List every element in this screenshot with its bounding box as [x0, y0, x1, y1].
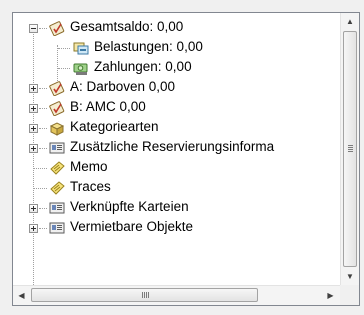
tree-item-label: Gesamtsaldo: 0,00: [70, 19, 184, 34]
tree-item-gesamtsaldo[interactable]: Gesamtsaldo: 0,00: [13, 18, 340, 38]
tree-item-belastungen[interactable]: Belastungen: 0,00: [13, 38, 340, 58]
tree-item-label: Verknüpfte Karteien: [70, 199, 189, 214]
horizontal-scrollbar[interactable]: ◀ ▶: [13, 285, 340, 305]
tree-view-panel: Gesamtsaldo: 0,00 Belastungen: 0,00 Zahl…: [12, 12, 360, 306]
arrow-left-icon: ◀: [18, 291, 25, 300]
memo-note-icon: [50, 161, 65, 175]
expand-toggle-icon[interactable]: [29, 84, 38, 93]
tree-item-kategoriearten[interactable]: Kategoriearten: [13, 118, 340, 138]
tree-item-label: B: AMC 0,00: [70, 99, 146, 114]
ledger-check-icon: [49, 81, 65, 96]
tree-item-traces[interactable]: Traces: [13, 178, 340, 198]
scroll-left-button[interactable]: ◀: [13, 286, 30, 305]
vertical-scrollbar[interactable]: ▲ ▼: [340, 13, 359, 285]
tree-connector-h: [39, 108, 47, 109]
expand-toggle-icon[interactable]: [29, 224, 38, 233]
tree-item-label: Traces: [70, 179, 111, 194]
expand-toggle-icon[interactable]: [29, 144, 38, 153]
tree-item-label: Vermietbare Objekte: [70, 219, 194, 234]
tree-item-amc[interactable]: B: AMC 0,00: [13, 98, 340, 118]
tree-connector-h: [39, 88, 47, 89]
tree-item-darboven[interactable]: A: Darboven 0,00: [13, 78, 340, 98]
tree-connector-h: [39, 208, 47, 209]
tree-connector-h: [39, 148, 47, 149]
tree-item-zahlungen[interactable]: Zahlungen: 0,00: [13, 58, 340, 78]
expand-toggle-icon[interactable]: [29, 104, 38, 113]
collapse-toggle-icon[interactable]: [29, 24, 38, 33]
tree-connector-h: [34, 188, 47, 189]
expand-toggle-icon[interactable]: [29, 204, 38, 213]
ledger-check-icon: [49, 101, 65, 116]
memo-note-icon: [50, 181, 65, 195]
tree-connector-h: [39, 28, 47, 29]
arrow-down-icon: ▼: [346, 272, 354, 281]
tree-connector-h: [58, 48, 70, 49]
tree-view[interactable]: Gesamtsaldo: 0,00 Belastungen: 0,00 Zahl…: [13, 13, 340, 285]
info-card-icon: [49, 142, 65, 154]
arrow-right-icon: ▶: [327, 291, 334, 300]
horizontal-scroll-thumb[interactable]: [31, 288, 258, 302]
info-card-icon: [49, 202, 65, 214]
tree-item-label: Zusätzliche Reservierungsinforma: [70, 139, 275, 154]
grip-icon: [348, 145, 353, 152]
tree-item-label: Zahlungen: 0,00: [94, 59, 192, 74]
tree-item-label: Memo: [70, 159, 108, 174]
tree-item-memo[interactable]: Memo: [13, 158, 340, 178]
tree-item-vermietbare-objekte[interactable]: Vermietbare Objekte: [13, 218, 340, 238]
tree-item-label: Kategoriearten: [70, 119, 159, 134]
tree-item-verknuepfte-karteien[interactable]: Verknüpfte Karteien: [13, 198, 340, 218]
info-card-icon: [49, 222, 65, 234]
scroll-up-button[interactable]: ▲: [341, 13, 359, 30]
tree-connector-h: [34, 168, 47, 169]
scrollbar-corner: [340, 285, 359, 305]
tree-item-label: A: Darboven 0,00: [70, 79, 176, 94]
scroll-down-button[interactable]: ▼: [341, 268, 359, 285]
arrow-up-icon: ▲: [346, 17, 354, 26]
tree-connector-h: [58, 68, 70, 69]
scroll-right-button[interactable]: ▶: [322, 286, 339, 305]
charges-icon: [73, 42, 89, 55]
tree-connector-h: [39, 128, 47, 129]
category-box-icon: [49, 122, 65, 136]
payments-icon: [73, 63, 88, 75]
expand-toggle-icon[interactable]: [29, 124, 38, 133]
tree-connector-h: [39, 228, 47, 229]
tree-item-zusaetzliche-reservierungsinfo[interactable]: Zusätzliche Reservierungsinforma: [13, 138, 340, 158]
grip-icon: [142, 292, 149, 298]
tree-item-label: Belastungen: 0,00: [94, 39, 203, 54]
vertical-scroll-thumb[interactable]: [343, 31, 357, 267]
ledger-check-icon: [49, 21, 65, 36]
